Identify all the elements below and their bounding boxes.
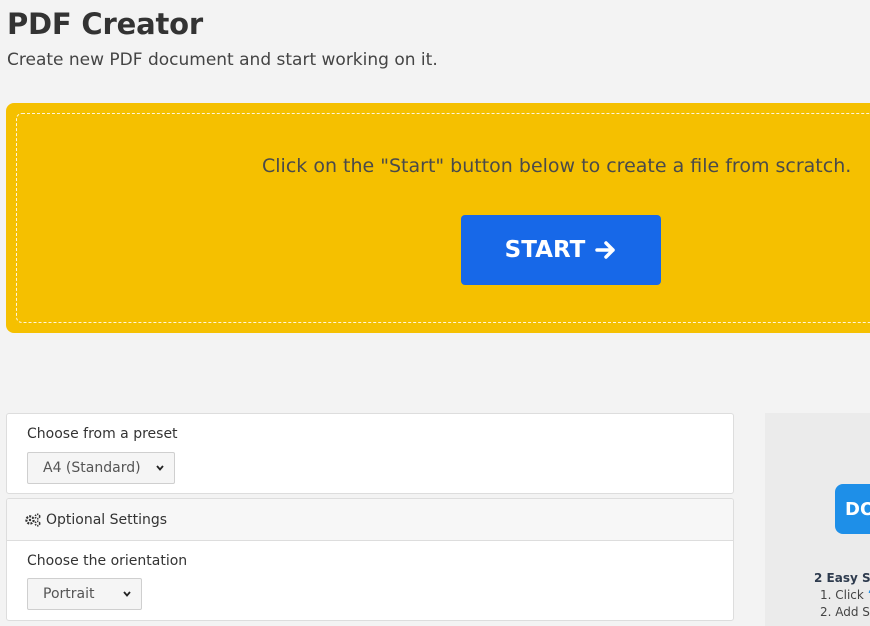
page-title: PDF Creator — [7, 7, 203, 41]
side-step-1: 1. Click “ — [820, 588, 870, 602]
side-step-1-text: 1. Click — [820, 588, 864, 602]
orientation-select[interactable]: Portrait — [27, 578, 142, 610]
optional-settings-header[interactable]: Optional Settings — [7, 499, 733, 541]
side-download-button[interactable]: DO — [835, 484, 870, 534]
side-step-2: 2. Add Sa — [820, 605, 870, 619]
side-steps-title: 2 Easy Ste — [814, 571, 870, 585]
preset-card: Choose from a preset A4 (Standard) — [6, 413, 734, 494]
orientation-select-value: Portrait — [43, 586, 95, 602]
start-button-label: START — [504, 237, 586, 263]
preset-label: Choose from a preset — [27, 426, 178, 442]
arrow-right-icon — [595, 241, 616, 259]
orientation-label: Choose the orientation — [27, 553, 188, 569]
start-instruction: Click on the "Start" button below to cre… — [262, 155, 852, 177]
start-panel — [6, 103, 870, 333]
chevron-down-icon — [123, 591, 131, 597]
page-subtitle: Create new PDF document and start workin… — [7, 50, 438, 70]
side-promo-panel: DO 2 Easy Ste 1. Click “ 2. Add Sa — [765, 413, 870, 626]
gears-icon — [25, 512, 41, 527]
preset-select[interactable]: A4 (Standard) — [27, 452, 175, 484]
chevron-down-icon — [156, 465, 164, 471]
optional-settings-label: Optional Settings — [46, 511, 168, 528]
start-dropzone-border — [16, 113, 870, 323]
optional-settings-card: Optional Settings Choose the orientation… — [6, 498, 734, 621]
preset-select-value: A4 (Standard) — [43, 460, 141, 476]
start-button[interactable]: START — [461, 215, 661, 285]
